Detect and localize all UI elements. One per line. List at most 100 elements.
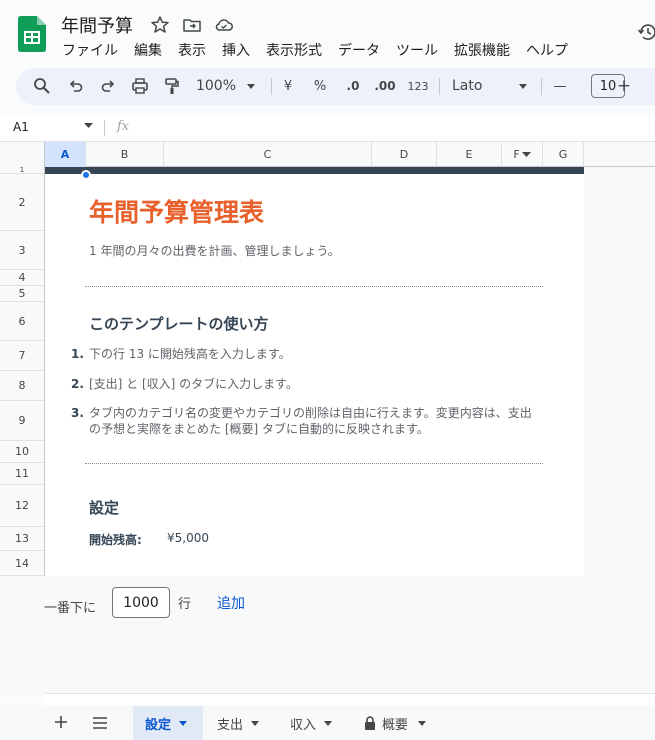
version-history-icon[interactable] bbox=[637, 22, 655, 42]
row-header-2[interactable]: 2 bbox=[0, 174, 44, 231]
decrease-decimal-button[interactable]: .0 bbox=[342, 76, 364, 96]
row-header-8[interactable]: 8 bbox=[0, 371, 44, 401]
decrease-decimal-label: .0 bbox=[346, 79, 360, 93]
tab-label: 概要 bbox=[382, 717, 409, 733]
menu-format[interactable]: 表示形式 bbox=[266, 40, 322, 60]
menu-file[interactable]: ファイル bbox=[62, 40, 118, 60]
search-icon bbox=[34, 78, 50, 94]
tab-label: 収入 bbox=[290, 717, 317, 733]
chevron-down-icon bbox=[251, 720, 260, 726]
name-box-dropdown-icon[interactable] bbox=[84, 123, 93, 129]
cloud-status-icon[interactable] bbox=[214, 15, 234, 35]
sheets-logo-icon[interactable] bbox=[18, 16, 46, 52]
move-folder-icon[interactable] bbox=[182, 15, 202, 35]
column-header-bar: A B C D E F G bbox=[0, 142, 655, 167]
row-header-13[interactable]: 13 bbox=[0, 527, 44, 551]
header-band bbox=[45, 167, 584, 174]
step-number: 3. bbox=[71, 406, 84, 420]
name-box[interactable]: A1 bbox=[13, 120, 29, 134]
plus-icon: + bbox=[616, 76, 632, 96]
row-header-14[interactable]: 14 bbox=[0, 551, 44, 576]
row-header-6[interactable]: 6 bbox=[0, 302, 44, 341]
dotted-divider bbox=[85, 286, 543, 287]
document-title[interactable]: 年間予算 bbox=[61, 12, 133, 38]
chevron-down-icon bbox=[324, 720, 333, 726]
menu-insert[interactable]: 挿入 bbox=[222, 40, 250, 60]
tab-income[interactable]: 収入 bbox=[278, 706, 344, 740]
column-header-d[interactable]: D bbox=[372, 142, 437, 167]
column-header-f[interactable]: F bbox=[502, 142, 543, 167]
paint-format-icon bbox=[165, 78, 179, 94]
increase-decimal-label: .00 bbox=[374, 79, 396, 93]
font-size-decrease-button[interactable]: — bbox=[552, 76, 568, 96]
minus-icon: — bbox=[553, 78, 567, 94]
toolbar-divider bbox=[271, 78, 272, 95]
tab-expenses[interactable]: 支出 bbox=[205, 706, 271, 740]
select-all-corner[interactable] bbox=[0, 142, 45, 167]
column-header-g[interactable]: G bbox=[543, 142, 584, 167]
menu-extensions[interactable]: 拡張機能 bbox=[454, 40, 510, 60]
zoom-select[interactable]: 100% bbox=[196, 76, 236, 96]
add-rows-button[interactable]: 追加 bbox=[217, 593, 245, 613]
font-size-increase-button[interactable]: + bbox=[616, 76, 632, 96]
row-header-10[interactable]: 10 bbox=[0, 441, 44, 463]
tab-summary[interactable]: 概要 bbox=[352, 706, 438, 740]
toolbar-divider bbox=[439, 78, 440, 95]
column-header-e[interactable]: E bbox=[437, 142, 502, 167]
undo-button[interactable] bbox=[66, 76, 86, 96]
font-family-dropdown[interactable] bbox=[516, 76, 530, 96]
search-menus-button[interactable] bbox=[32, 76, 52, 96]
row-header-4[interactable]: 4 bbox=[0, 270, 44, 286]
starting-balance-value[interactable]: ¥5,000 bbox=[167, 531, 209, 545]
dotted-divider bbox=[85, 463, 543, 464]
row-header-11[interactable]: 11 bbox=[0, 463, 44, 485]
menu-tools[interactable]: ツール bbox=[396, 40, 438, 60]
row-header-1[interactable]: 1 bbox=[0, 166, 44, 174]
print-icon bbox=[132, 78, 148, 94]
lock-icon bbox=[365, 716, 375, 730]
font-family-select[interactable]: Lato bbox=[452, 76, 482, 96]
horizontal-scrollbar[interactable] bbox=[45, 693, 655, 705]
all-sheets-icon[interactable] bbox=[92, 717, 108, 729]
redo-button[interactable] bbox=[98, 76, 118, 96]
step-number: 2. bbox=[71, 377, 84, 391]
tab-label: 支出 bbox=[217, 717, 244, 733]
row-header-3[interactable]: 3 bbox=[0, 231, 44, 270]
zoom-dropdown[interactable] bbox=[244, 76, 258, 96]
menu-data[interactable]: データ bbox=[338, 40, 380, 60]
column-header-c[interactable]: C bbox=[164, 142, 372, 167]
spreadsheet-window: 年間予算 ファイル 編集 表示 挿入 表示形式 データ ツール 拡張機能 ヘルプ bbox=[0, 0, 655, 740]
number-format-button[interactable]: 123 bbox=[406, 76, 430, 96]
toolbar-divider bbox=[541, 78, 542, 95]
add-rows-count-input[interactable]: 1000 bbox=[112, 587, 170, 618]
menu-edit[interactable]: 編集 bbox=[134, 40, 162, 60]
howto-heading: このテンプレートの使い方 bbox=[89, 315, 269, 333]
sheet-grid[interactable]: 年間予算管理表 1 年間の月々の出費を計画、管理しましょう。 このテンプレートの… bbox=[45, 167, 584, 576]
row-header-7[interactable]: 7 bbox=[0, 341, 44, 371]
column-header-b[interactable]: B bbox=[86, 142, 164, 167]
chevron-down-icon bbox=[179, 720, 188, 726]
row-header-9[interactable]: 9 bbox=[0, 401, 44, 441]
row-header-12[interactable]: 12 bbox=[0, 485, 44, 527]
menu-view[interactable]: 表示 bbox=[178, 40, 206, 60]
paint-format-button[interactable] bbox=[162, 76, 182, 96]
step-text: タブ内のカテゴリ名の変更やカテゴリの削除は自由に行えます。変更内容は、支出の予想… bbox=[89, 406, 532, 436]
add-sheet-icon[interactable] bbox=[53, 714, 69, 730]
increase-decimal-button[interactable]: .00 bbox=[372, 76, 398, 96]
menu-help[interactable]: ヘルプ bbox=[526, 40, 568, 60]
row-header-5[interactable]: 5 bbox=[0, 286, 44, 302]
column-header-a[interactable]: A bbox=[45, 142, 86, 167]
filter-icon[interactable] bbox=[521, 151, 531, 158]
formula-divider bbox=[104, 120, 105, 136]
percent-format-button[interactable]: % bbox=[312, 76, 328, 96]
step-text: 下の行 13 に開始残高を入力します。 bbox=[89, 347, 291, 361]
tab-settings[interactable]: 設定 bbox=[133, 706, 203, 740]
undo-icon bbox=[69, 80, 83, 92]
fx-icon: fx bbox=[117, 119, 130, 134]
print-button[interactable] bbox=[130, 76, 150, 96]
sheet-title: 年間予算管理表 bbox=[89, 198, 265, 227]
currency-label: ¥ bbox=[283, 78, 293, 94]
currency-format-button[interactable]: ¥ bbox=[280, 76, 296, 96]
star-icon[interactable] bbox=[150, 15, 170, 35]
selection-handle[interactable] bbox=[81, 170, 91, 180]
